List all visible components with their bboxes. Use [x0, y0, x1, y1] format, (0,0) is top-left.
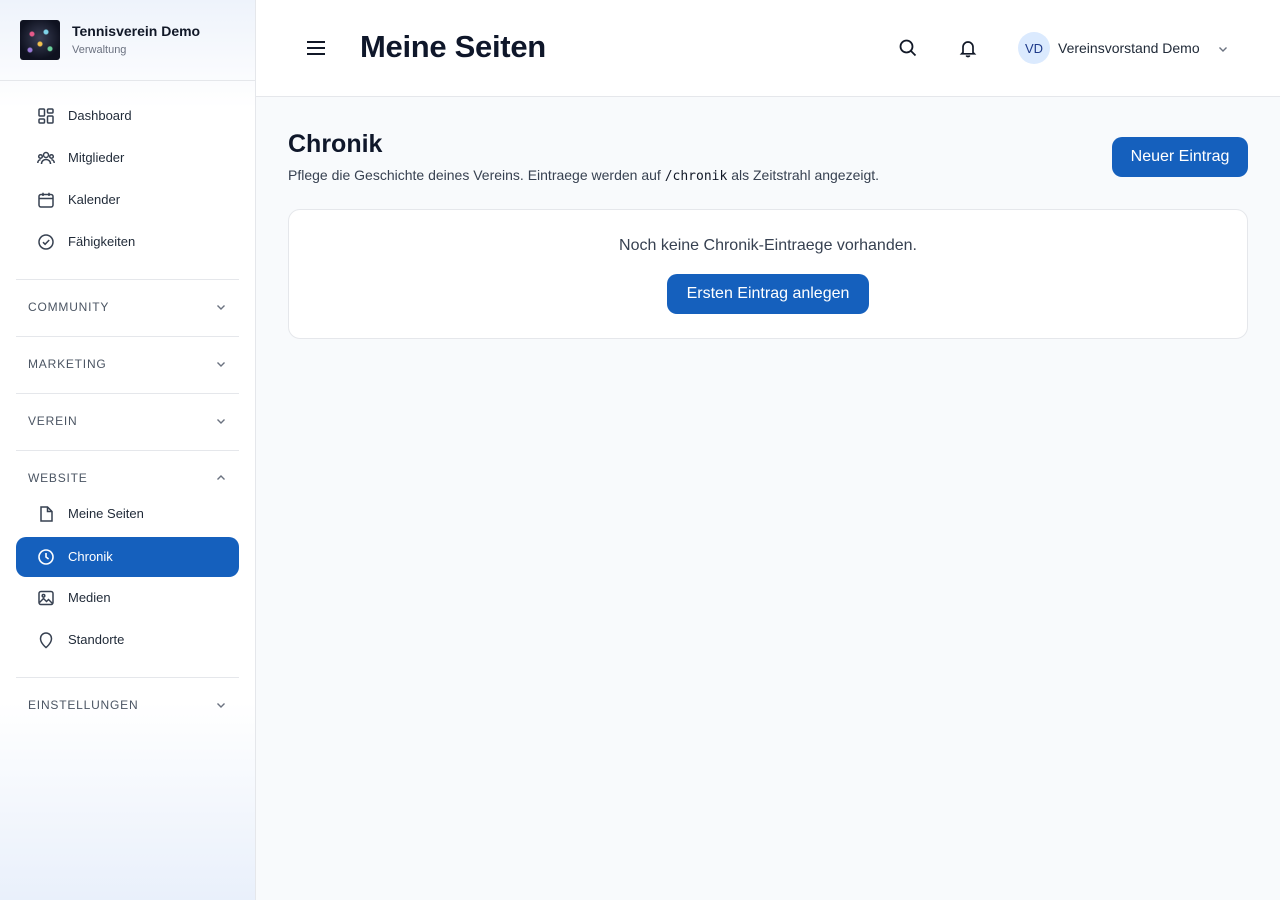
chevron-up-icon [217, 475, 225, 480]
sidebar-item-label: Kalender [68, 192, 121, 207]
new-entry-button[interactable]: Neuer Eintrag [1112, 137, 1248, 177]
route-path: /chronik [664, 169, 728, 184]
sidebar-item-standorte[interactable]: Standorte [16, 620, 239, 660]
create-first-entry-button[interactable]: Ersten Eintrag anlegen [667, 274, 869, 314]
section-title: Chronik [288, 130, 383, 158]
page-title: Meine Seiten [360, 29, 546, 64]
chevron-down-icon [217, 362, 225, 367]
sidebar-divider [16, 450, 239, 451]
sidebar-item-meine-seiten[interactable]: Meine Seiten [16, 494, 239, 534]
sidebar-item-label: Standorte [68, 632, 125, 647]
description-text: Pflege die Geschichte deines Vereins. Ei… [288, 167, 665, 183]
hamburger-menu-icon[interactable] [302, 36, 330, 60]
sidebar-item-label: Medien [68, 590, 111, 605]
club-logo [20, 20, 60, 60]
sidebar-item-kalender[interactable]: Kalender [16, 180, 239, 220]
brand-subtitle: Verwaltung [72, 44, 127, 56]
calendar-icon [38, 192, 54, 208]
dashboard-icon [38, 108, 54, 124]
sidebar-item-medien[interactable]: Medien [16, 578, 239, 618]
search-icon[interactable] [896, 36, 920, 60]
chevron-down-icon [217, 703, 225, 708]
user-name[interactable]: Vereinsvorstand Demo [1058, 40, 1200, 56]
chevron-down-icon[interactable] [1217, 43, 1229, 55]
users-icon [37, 151, 55, 165]
sidebar-item-label: Mitglieder [68, 150, 125, 165]
section-community[interactable]: COMMUNITY [16, 292, 239, 322]
empty-state-card: Noch keine Chronik-Eintraege vorhanden. … [288, 209, 1248, 339]
sidebar-divider [16, 336, 239, 337]
sidebar-divider [16, 279, 239, 280]
sidebar-item-label: Dashboard [68, 108, 132, 123]
sidebar-item-chronik[interactable]: Chronik [16, 537, 239, 577]
chevron-down-icon [217, 419, 225, 424]
check-circle-icon [38, 234, 54, 250]
section-label: WEBSITE [28, 471, 88, 485]
sidebar-divider [16, 393, 239, 394]
empty-state-text: Noch keine Chronik-Eintraege vorhanden. [619, 237, 917, 254]
sidebar-item-label: Chronik [68, 549, 113, 564]
document-icon [40, 506, 53, 522]
sidebar-item-label: Fähigkeiten [68, 234, 136, 249]
clock-icon [38, 549, 54, 565]
image-icon [38, 590, 54, 606]
user-avatar[interactable]: VD [1018, 32, 1050, 64]
section-label: MARKETING [28, 357, 107, 371]
section-einstellungen[interactable]: EINSTELLUNGEN [16, 690, 239, 720]
bell-icon[interactable] [956, 36, 980, 60]
brand-name: Tennisverein Demo [72, 23, 201, 39]
top-bar: Meine Seiten VD Vereinsvorstand Demo [256, 0, 1280, 97]
section-label: EINSTELLUNGEN [28, 698, 139, 712]
sidebar-item-faehigkeiten[interactable]: Fähigkeiten [16, 222, 239, 262]
sidebar-divider [16, 677, 239, 678]
chevron-down-icon [217, 305, 225, 310]
brand-header: Tennisverein Demo Verwaltung [0, 0, 255, 81]
section-description: Pflege die Geschichte deines Vereins. Ei… [288, 167, 879, 184]
sidebar-item-dashboard[interactable]: Dashboard [16, 96, 239, 136]
section-verein[interactable]: VEREIN [16, 406, 239, 436]
location-icon [39, 632, 53, 649]
section-label: COMMUNITY [28, 300, 110, 314]
sidebar: Tennisverein Demo Verwaltung Dashboard M… [0, 0, 256, 900]
section-label: VEREIN [28, 414, 78, 428]
section-marketing[interactable]: MARKETING [16, 349, 239, 379]
sidebar-item-mitglieder[interactable]: Mitglieder [16, 138, 239, 178]
section-website[interactable]: WEBSITE [16, 463, 239, 493]
description-text: als Zeitstrahl angezeigt. [727, 167, 880, 183]
sidebar-item-label: Meine Seiten [68, 506, 144, 521]
